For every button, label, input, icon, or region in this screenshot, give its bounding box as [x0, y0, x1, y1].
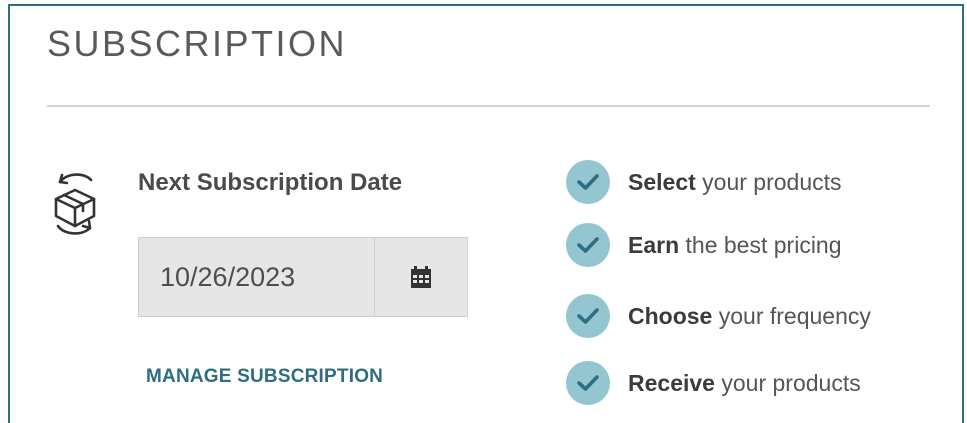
- benefit-keyword: Receive: [628, 370, 715, 396]
- next-subscription-date-label: Next Subscription Date: [138, 169, 403, 196]
- calendar-button[interactable]: [375, 238, 467, 316]
- benefit-item: Select your products: [566, 160, 842, 204]
- benefit-rest: the best pricing: [685, 232, 842, 258]
- benefit-keyword: Select: [628, 169, 696, 195]
- benefit-text: Earn the best pricing: [628, 230, 842, 260]
- check-circle-icon: [566, 361, 610, 405]
- benefit-keyword: Choose: [628, 303, 713, 329]
- manage-subscription-link[interactable]: MANAGE SUBSCRIPTION: [146, 364, 383, 390]
- box-cycle-icon: [54, 173, 96, 235]
- check-circle-icon: [566, 160, 610, 204]
- benefit-text: Choose your frequency: [628, 301, 871, 331]
- benefit-item: Choose your frequency: [566, 294, 871, 338]
- check-circle-icon: [566, 294, 610, 338]
- benefit-text: Select your products: [628, 167, 842, 197]
- benefit-rest: your products: [702, 169, 842, 195]
- benefit-rest: your frequency: [718, 303, 871, 329]
- benefit-keyword: Earn: [628, 232, 680, 258]
- benefit-item: Earn the best pricing: [566, 223, 842, 267]
- subscription-date-input[interactable]: [139, 238, 375, 316]
- date-picker: [138, 237, 468, 317]
- benefit-text: Receive your products: [628, 368, 861, 398]
- check-circle-icon: [566, 223, 610, 267]
- benefit-rest: your products: [721, 370, 861, 396]
- benefit-item: Receive your products: [566, 361, 861, 405]
- calendar-icon: [411, 266, 431, 288]
- divider: [47, 105, 930, 107]
- section-title: SUBSCRIPTION: [47, 23, 348, 64]
